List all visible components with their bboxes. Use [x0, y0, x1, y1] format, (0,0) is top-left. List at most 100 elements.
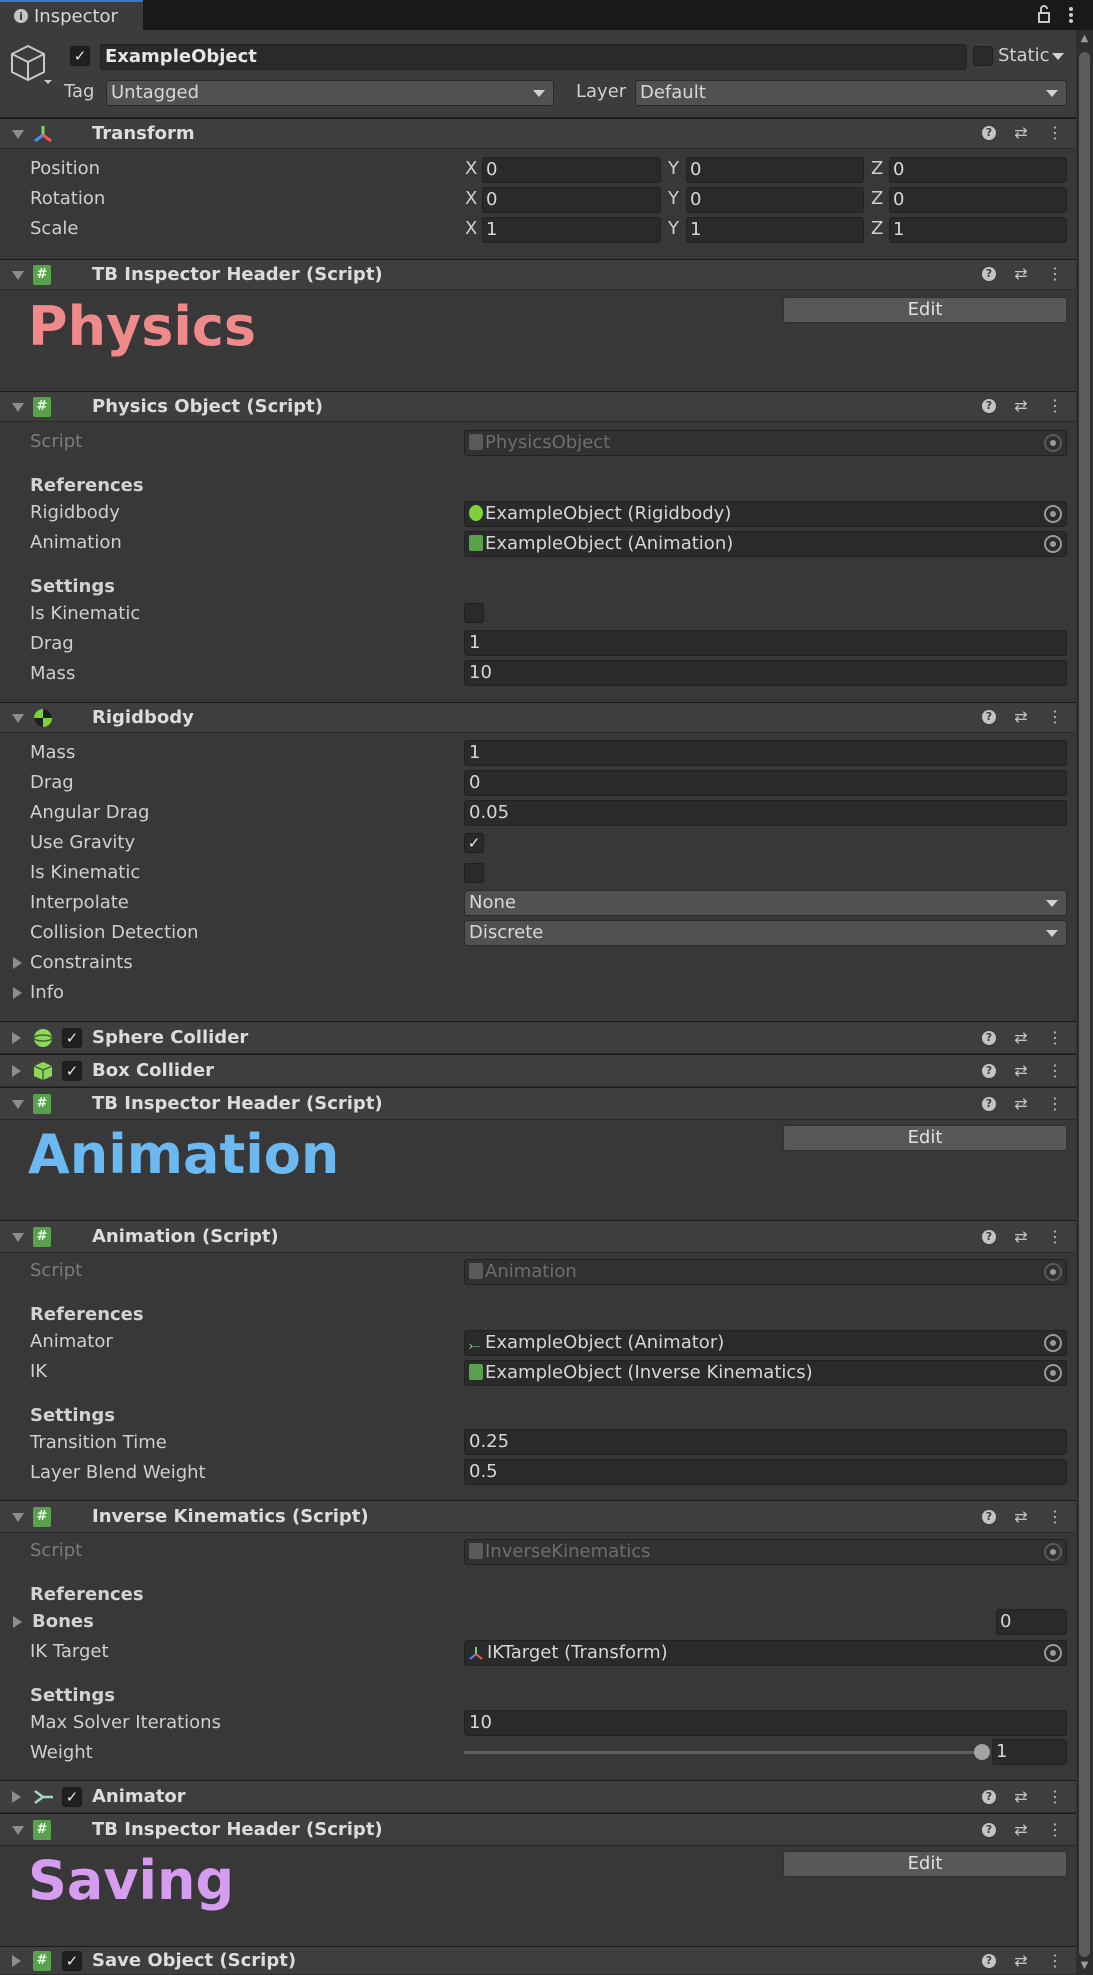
- component-menu-icon[interactable]: ⋮: [1046, 1028, 1064, 1048]
- help-icon[interactable]: ?: [982, 1230, 996, 1244]
- foldout-expanded-icon[interactable]: [12, 403, 24, 412]
- component-menu-icon[interactable]: ⋮: [1046, 1787, 1064, 1807]
- enable-checkbox[interactable]: ✓: [62, 1028, 82, 1048]
- help-icon[interactable]: ?: [982, 710, 996, 724]
- component-menu-icon[interactable]: ⋮: [1046, 396, 1064, 416]
- animation-script-header[interactable]: # Animation (Script) ? ⇄ ⋮: [0, 1220, 1076, 1253]
- tag-dropdown[interactable]: Untagged: [106, 80, 554, 106]
- foldout-collapsed-icon[interactable]: [12, 1065, 21, 1077]
- help-icon[interactable]: ?: [982, 1510, 996, 1524]
- foldout-expanded-icon[interactable]: [12, 714, 24, 723]
- scale-y-field[interactable]: 1: [686, 217, 864, 243]
- foldout-collapsed-icon[interactable]: [12, 1791, 21, 1803]
- foldout-expanded-icon[interactable]: [12, 1100, 24, 1109]
- component-menu-icon[interactable]: ⋮: [1046, 123, 1064, 143]
- preset-sliders-icon[interactable]: ⇄: [1012, 1227, 1030, 1247]
- preset-sliders-icon[interactable]: ⇄: [1012, 1820, 1030, 1840]
- help-icon[interactable]: ?: [982, 1097, 996, 1111]
- box-collider-header[interactable]: ✓ Box Collider ? ⇄ ⋮: [0, 1054, 1076, 1087]
- foldout-expanded-icon[interactable]: [12, 130, 24, 139]
- help-icon[interactable]: ?: [982, 1064, 996, 1078]
- animator-ref-field[interactable]: ⤚ ExampleObject (Animator): [464, 1330, 1067, 1356]
- transition-time-field[interactable]: 0.25: [464, 1429, 1067, 1455]
- rb-drag-field[interactable]: 0: [464, 770, 1067, 796]
- axis-z-label[interactable]: Z: [871, 158, 883, 179]
- constraints-foldout[interactable]: Constraints: [30, 952, 133, 973]
- enable-checkbox[interactable]: ✓: [62, 1787, 82, 1807]
- collision-detection-dropdown[interactable]: Discrete: [464, 920, 1067, 946]
- sphere-collider-header[interactable]: ✓ Sphere Collider ? ⇄ ⋮: [0, 1021, 1076, 1054]
- axis-y-label[interactable]: Y: [668, 188, 679, 209]
- rb-is-kinematic-checkbox[interactable]: [464, 863, 484, 883]
- foldout-expanded-icon[interactable]: [12, 1233, 24, 1242]
- scroll-down-icon[interactable]: ▼: [1076, 1957, 1093, 1975]
- lock-icon[interactable]: [1036, 4, 1052, 24]
- preset-sliders-icon[interactable]: ⇄: [1012, 1507, 1030, 1527]
- edit-button[interactable]: Edit: [783, 1851, 1067, 1877]
- rotation-z-field[interactable]: 0: [889, 187, 1067, 213]
- help-icon[interactable]: ?: [982, 1790, 996, 1804]
- enable-checkbox[interactable]: ✓: [62, 1061, 82, 1081]
- scale-x-field[interactable]: 1: [482, 217, 661, 243]
- tb-inspector-header-1[interactable]: # TB Inspector Header (Script) ? ⇄ ⋮: [0, 259, 1076, 290]
- object-picker-icon[interactable]: [1044, 1334, 1062, 1352]
- physics-object-header[interactable]: # Physics Object (Script) ? ⇄ ⋮: [0, 391, 1076, 422]
- object-picker-icon[interactable]: [1044, 1644, 1062, 1662]
- position-x-field[interactable]: 0: [482, 157, 661, 183]
- animation-ref-field[interactable]: ExampleObject (Animation): [464, 531, 1067, 557]
- foldout-collapsed-icon[interactable]: [13, 957, 22, 969]
- save-object-header[interactable]: # ✓ Save Object (Script) ? ⇄ ⋮: [0, 1946, 1076, 1975]
- static-label[interactable]: Static: [998, 45, 1049, 66]
- bones-foldout[interactable]: Bones: [32, 1611, 94, 1632]
- max-solver-iterations-field[interactable]: 10: [464, 1710, 1067, 1736]
- component-menu-icon[interactable]: ⋮: [1046, 1820, 1064, 1840]
- help-icon[interactable]: ?: [982, 126, 996, 140]
- position-y-field[interactable]: 0: [686, 157, 864, 183]
- axis-z-label[interactable]: Z: [871, 188, 883, 209]
- help-icon[interactable]: ?: [982, 399, 996, 413]
- edit-button[interactable]: Edit: [783, 1125, 1067, 1151]
- preset-sliders-icon[interactable]: ⇄: [1012, 1951, 1030, 1971]
- foldout-collapsed-icon[interactable]: [13, 1616, 22, 1628]
- animator-header[interactable]: ✓ Animator ? ⇄ ⋮: [0, 1780, 1076, 1813]
- preset-sliders-icon[interactable]: ⇄: [1012, 123, 1030, 143]
- scale-z-field[interactable]: 1: [889, 217, 1067, 243]
- layer-blend-weight-field[interactable]: 0.5: [464, 1459, 1067, 1485]
- more-menu-icon[interactable]: [1066, 4, 1076, 26]
- tb-inspector-header-3[interactable]: # TB Inspector Header (Script) ? ⇄ ⋮: [0, 1813, 1076, 1846]
- inverse-kinematics-header[interactable]: # Inverse Kinematics (Script) ? ⇄ ⋮: [0, 1500, 1076, 1533]
- help-icon[interactable]: ?: [982, 1823, 996, 1837]
- preset-sliders-icon[interactable]: ⇄: [1012, 1787, 1030, 1807]
- axis-x-label[interactable]: X: [465, 188, 477, 209]
- weight-slider-knob[interactable]: [974, 1744, 990, 1760]
- tab-inspector[interactable]: i Inspector: [0, 0, 143, 30]
- static-checkbox[interactable]: [973, 46, 993, 66]
- bones-count-field[interactable]: 0: [996, 1609, 1067, 1635]
- ik-target-field[interactable]: IKTarget (Transform): [464, 1640, 1067, 1666]
- enable-checkbox[interactable]: ✓: [62, 1951, 82, 1971]
- ik-ref-field[interactable]: ExampleObject (Inverse Kinematics): [464, 1360, 1067, 1386]
- object-picker-icon[interactable]: [1044, 535, 1062, 553]
- foldout-collapsed-icon[interactable]: [12, 1955, 21, 1967]
- preset-sliders-icon[interactable]: ⇄: [1012, 396, 1030, 416]
- component-menu-icon[interactable]: ⋮: [1046, 1507, 1064, 1527]
- rotation-x-field[interactable]: 0: [482, 187, 661, 213]
- rigidbody-ref-field[interactable]: ExampleObject (Rigidbody): [464, 501, 1067, 527]
- static-dropdown-icon[interactable]: [1052, 53, 1064, 60]
- gameobject-cube-icon[interactable]: [10, 44, 52, 84]
- component-menu-icon[interactable]: ⋮: [1046, 1094, 1064, 1114]
- use-gravity-checkbox[interactable]: ✓: [464, 833, 484, 853]
- weight-field[interactable]: 1: [992, 1739, 1067, 1765]
- axis-x-label[interactable]: X: [465, 218, 477, 239]
- preset-sliders-icon[interactable]: ⇄: [1012, 1061, 1030, 1081]
- transform-header[interactable]: Transform ? ⇄ ⋮: [0, 118, 1076, 149]
- preset-sliders-icon[interactable]: ⇄: [1012, 264, 1030, 284]
- vertical-scrollbar[interactable]: ▲ ▼: [1076, 30, 1093, 1975]
- component-menu-icon[interactable]: ⋮: [1046, 707, 1064, 727]
- foldout-expanded-icon[interactable]: [12, 1826, 24, 1835]
- foldout-collapsed-icon[interactable]: [13, 987, 22, 999]
- object-name-field[interactable]: ExampleObject: [100, 44, 967, 70]
- scroll-up-icon[interactable]: ▲: [1076, 30, 1093, 48]
- interpolate-dropdown[interactable]: None: [464, 890, 1067, 916]
- foldout-collapsed-icon[interactable]: [12, 1032, 21, 1044]
